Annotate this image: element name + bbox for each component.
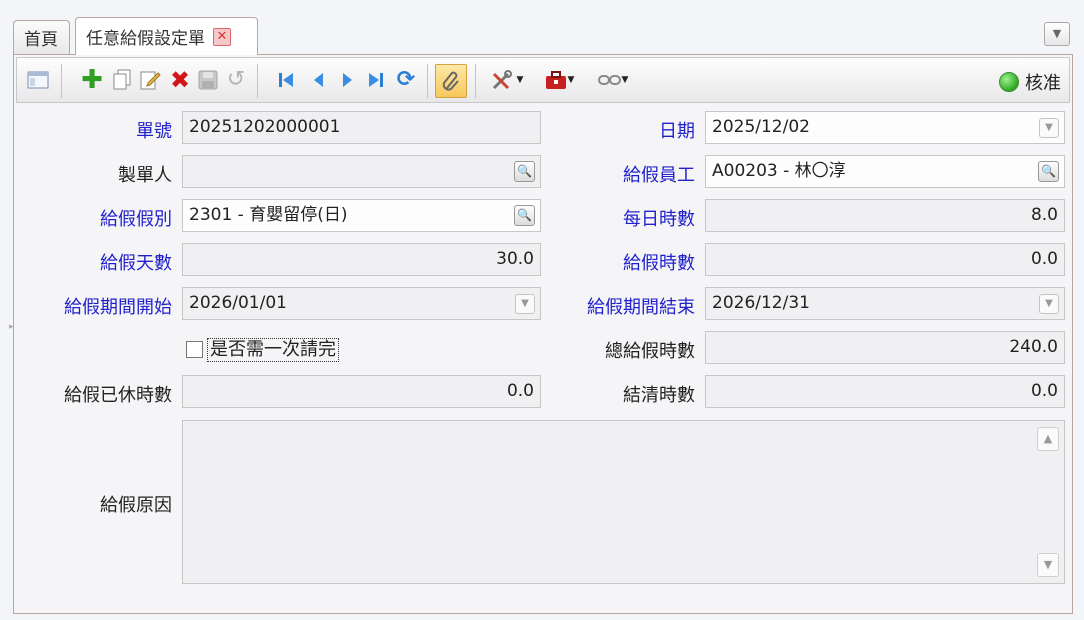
used-hours-field[interactable]: 0.0	[182, 375, 541, 408]
previous-record-icon[interactable]	[305, 67, 331, 93]
delete-icon[interactable]: ✖	[167, 67, 193, 93]
one-time-label[interactable]: 是否需一次請完	[207, 338, 339, 362]
chevron-down-icon[interactable]: ▼	[1039, 118, 1059, 138]
creator-field[interactable]: 🔍	[182, 155, 541, 188]
settled-hours-field[interactable]: 0.0	[705, 375, 1065, 408]
leave-type-value: 2301 - 育嬰留停(日)	[189, 205, 348, 225]
period-end-field[interactable]: 2026/12/31 ▼	[705, 287, 1065, 320]
list-view-icon[interactable]	[25, 67, 51, 93]
copy-icon[interactable]	[109, 67, 135, 93]
approve-status-icon	[999, 72, 1019, 92]
next-record-icon[interactable]	[335, 67, 361, 93]
scroll-up-icon[interactable]: ▲	[1037, 427, 1059, 451]
tab-list-dropdown-button[interactable]: ▼	[1044, 22, 1070, 46]
tab-leave-setting-form[interactable]: 任意給假設定單 ✕	[75, 17, 258, 55]
reason-label: 給假原因	[100, 495, 172, 516]
date-label: 日期	[659, 121, 695, 142]
leave-days-field[interactable]: 30.0	[182, 243, 541, 276]
reason-textarea[interactable]: ▲ ▼	[182, 420, 1065, 584]
leave-type-label: 給假假別	[100, 209, 172, 230]
approve-button[interactable]: 核准	[999, 69, 1061, 95]
edit-icon[interactable]	[137, 67, 163, 93]
date-value: 2025/12/02	[712, 117, 810, 137]
attachment-icon[interactable]	[435, 64, 467, 98]
employee-label: 給假員工	[623, 165, 695, 186]
first-record-icon[interactable]	[273, 67, 299, 93]
add-icon[interactable]: ✚	[79, 67, 105, 93]
tab-bar: 首頁 任意給假設定單 ✕ ▼	[0, 0, 1084, 56]
chevron-down-icon: ▼	[1052, 27, 1062, 40]
tab-home-label: 首頁	[24, 30, 58, 50]
tab-home[interactable]: 首頁	[13, 20, 70, 54]
toolbar: ✚ ✖ ↺ ⟳ ▼ ▼ ▼ 核准	[16, 57, 1070, 103]
search-icon[interactable]: 🔍	[1038, 161, 1059, 182]
approve-label: 核准	[1025, 73, 1061, 94]
doc-no-field[interactable]: 20251202000001	[182, 111, 541, 144]
daily-hours-label: 每日時數	[623, 209, 695, 230]
creator-label: 製單人	[118, 165, 172, 186]
link-icon[interactable]: ▼	[593, 67, 633, 93]
undo-icon[interactable]: ↺	[223, 67, 249, 93]
period-start-value: 2026/01/01	[189, 293, 287, 313]
leave-hours-field[interactable]: 0.0	[705, 243, 1065, 276]
leave-type-field[interactable]: 2301 - 育嬰留停(日) 🔍	[182, 199, 541, 232]
date-field[interactable]: 2025/12/02 ▼	[705, 111, 1065, 144]
save-icon[interactable]	[195, 67, 221, 93]
period-end-value: 2026/12/31	[712, 293, 810, 313]
toolbox-icon[interactable]: ▼	[539, 67, 579, 93]
total-hours-field[interactable]: 240.0	[705, 331, 1065, 364]
chevron-down-icon[interactable]: ▼	[1039, 294, 1059, 314]
employee-field[interactable]: A00203 - 林〇淳 🔍	[705, 155, 1065, 188]
chevron-down-icon[interactable]: ▼	[515, 294, 535, 314]
total-hours-label: 總給假時數	[605, 341, 695, 362]
tab-active-label: 任意給假設定單	[86, 29, 205, 49]
settled-hours-label: 結清時數	[623, 385, 695, 406]
tools-icon[interactable]: ▼	[487, 67, 527, 93]
close-icon[interactable]: ✕	[213, 27, 231, 46]
form-panel: ✚ ✖ ↺ ⟳ ▼ ▼ ▼ 核准 單號 20251202000001 日期 20…	[13, 54, 1073, 614]
search-icon[interactable]: 🔍	[514, 161, 535, 182]
last-record-icon[interactable]	[363, 67, 389, 93]
refresh-icon[interactable]: ⟳	[393, 67, 419, 93]
used-hours-label: 給假已休時數	[64, 385, 172, 406]
daily-hours-field[interactable]: 8.0	[705, 199, 1065, 232]
period-start-label: 給假期間開始	[64, 297, 172, 318]
leave-days-label: 給假天數	[100, 253, 172, 274]
leave-hours-label: 給假時數	[623, 253, 695, 274]
period-start-field[interactable]: 2026/01/01 ▼	[182, 287, 541, 320]
period-end-label: 給假期間結束	[587, 297, 695, 318]
one-time-checkbox[interactable]	[186, 341, 203, 358]
search-icon[interactable]: 🔍	[514, 205, 535, 226]
doc-no-label: 單號	[136, 121, 172, 142]
scroll-down-icon[interactable]: ▼	[1037, 553, 1059, 577]
employee-value: A00203 - 林〇淳	[712, 161, 846, 181]
